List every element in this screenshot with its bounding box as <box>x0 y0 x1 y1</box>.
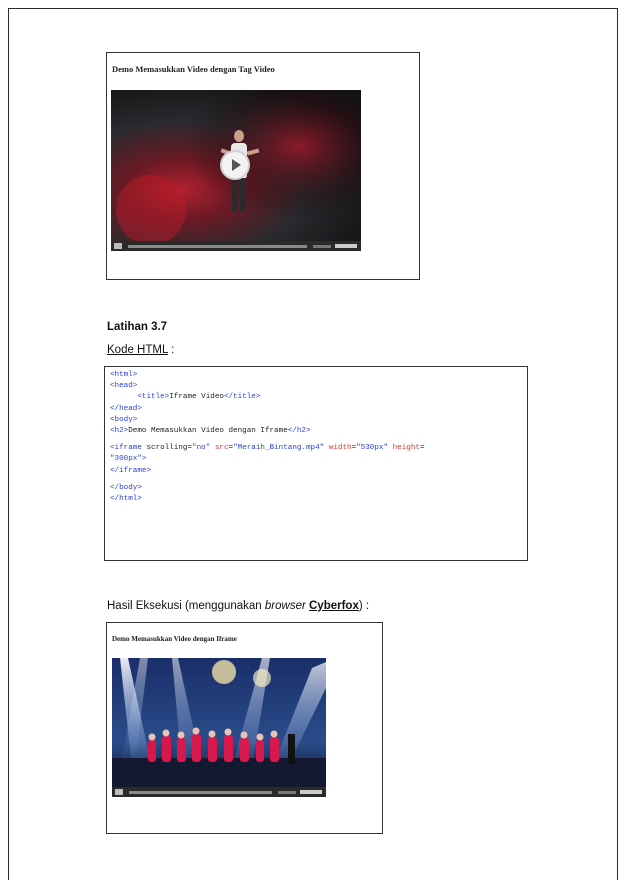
result-browser: browser <box>264 600 306 612</box>
time-display <box>313 244 331 248</box>
code-token: </body> <box>110 483 142 492</box>
code-token: <h2> <box>110 426 129 435</box>
controls-play-icon[interactable] <box>115 789 123 795</box>
code-token: <html> <box>110 371 138 379</box>
time-display <box>278 790 296 794</box>
code-token: <title> <box>137 393 170 402</box>
code-token: <iframe <box>110 444 142 453</box>
code-token: scrolling <box>141 444 188 453</box>
code-token: </head> <box>110 404 142 413</box>
concert-stage-image <box>112 658 326 797</box>
code-label-text: Kode HTML <box>107 344 168 356</box>
screenshot-title: Demo Memasukkan Video dengan Iframe <box>112 635 237 643</box>
result-prefix: Hasil Eksekusi (menggunakan <box>107 600 265 612</box>
controls-play-icon[interactable] <box>114 243 122 249</box>
result-browser-name: Cyberfox <box>309 600 359 612</box>
code-token: src <box>210 444 229 453</box>
code-token: "300px" <box>110 455 142 464</box>
code-token: = <box>419 444 425 453</box>
seek-bar[interactable] <box>128 244 307 248</box>
play-icon <box>232 159 241 171</box>
code-label: Kode HTML : <box>107 344 174 356</box>
code-token: </iframe> <box>110 466 152 475</box>
screenshot-title: Demo Memasukkan Video dengan Tag Video <box>112 64 275 74</box>
screenshot-video-tag: Demo Memasukkan Video dengan Tag Video <box>106 52 420 280</box>
section-heading: Latihan 3.7 <box>107 321 168 333</box>
code-token: Demo Memasukkan Video dengan Iframe <box>128 426 288 435</box>
screenshot-iframe: Demo Memasukkan Video dengan Iframe <box>106 622 383 834</box>
code-token: </html> <box>110 494 142 503</box>
video-controls <box>112 787 326 797</box>
code-token: </h2> <box>287 426 311 435</box>
code-token: </title> <box>223 393 261 402</box>
result-caption: Hasil Eksekusi (menggunakan browser Cybe… <box>107 600 369 612</box>
volume-slider[interactable] <box>335 244 357 248</box>
iframe-video-player[interactable] <box>112 658 326 797</box>
code-token: width <box>324 444 352 453</box>
code-token: "Meraih_Bintang.mp4" <box>233 444 325 453</box>
seek-bar[interactable] <box>129 790 272 794</box>
code-token: <head> <box>110 382 138 391</box>
volume-slider[interactable] <box>300 790 322 794</box>
video-controls <box>111 241 361 251</box>
result-suffix: ) : <box>358 600 370 612</box>
code-token: <body> <box>110 415 138 424</box>
code-token: height <box>388 444 420 453</box>
code-token: "530px" <box>356 444 389 453</box>
play-button[interactable] <box>220 150 250 180</box>
code-label-suffix: : <box>167 344 175 356</box>
code-token: > <box>141 455 147 464</box>
code-block: <html> <head> <title>Iframe Video</title… <box>104 366 528 561</box>
code-token: Iframe Video <box>169 393 224 402</box>
code-token: "no" <box>192 444 211 453</box>
video-player[interactable] <box>111 90 361 251</box>
